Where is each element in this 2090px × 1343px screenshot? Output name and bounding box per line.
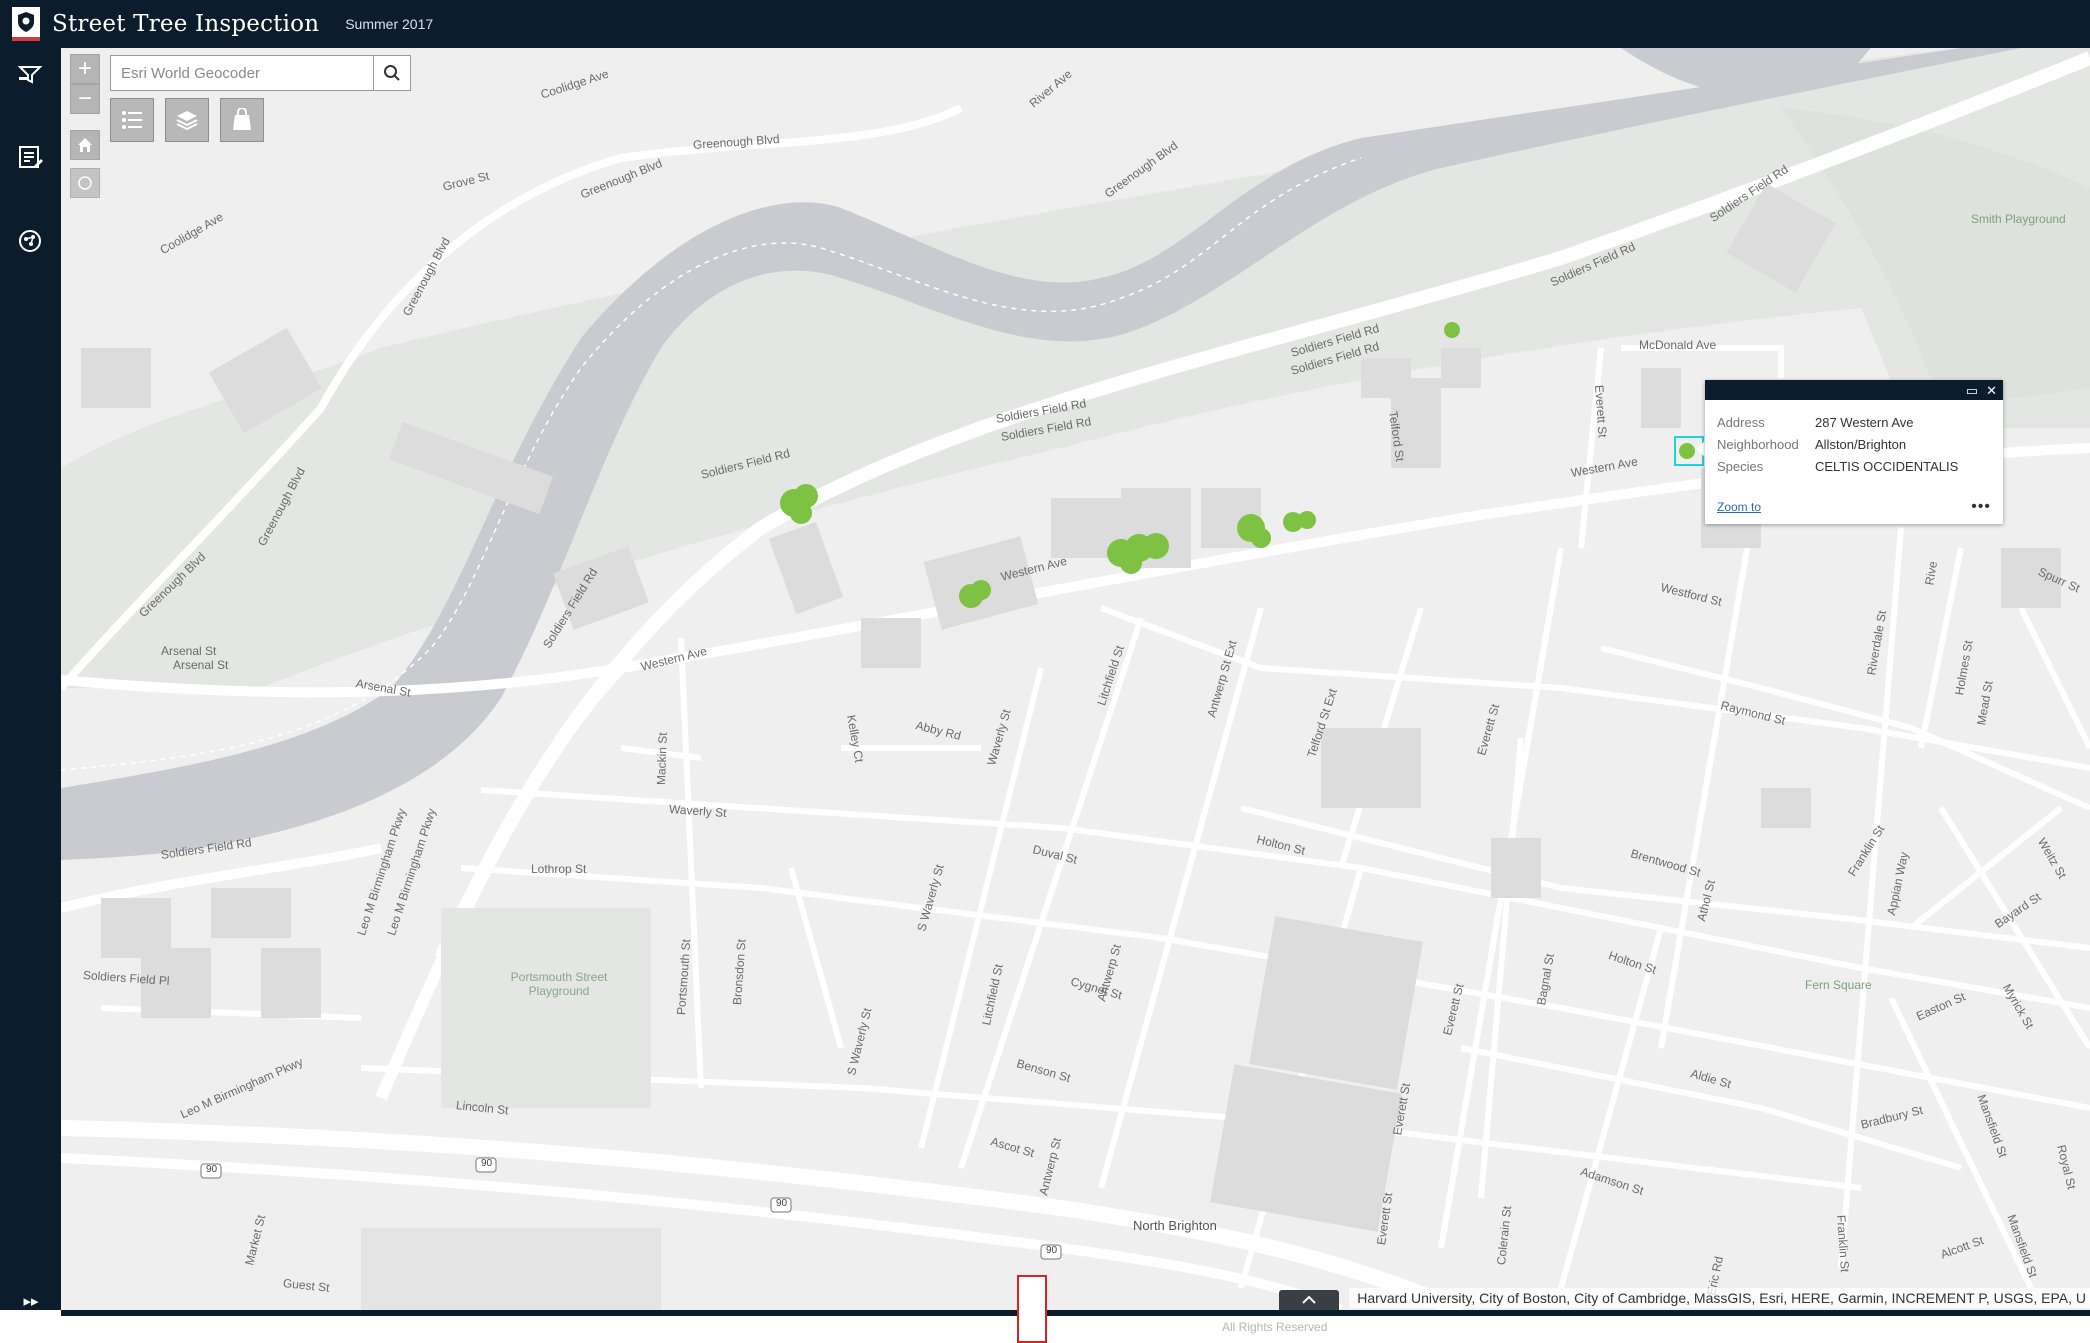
label-mcdonald-ave: McDonald Ave — [1639, 338, 1717, 352]
zoom-to-link[interactable]: Zoom to — [1717, 500, 1761, 514]
layers-icon — [176, 111, 198, 131]
zoom-control: + − — [70, 54, 100, 114]
popup-field-label: Address — [1717, 415, 1765, 430]
maximize-icon[interactable]: ▭ — [1966, 384, 1978, 397]
edit-list-icon — [19, 146, 43, 168]
basemap-button[interactable] — [220, 98, 264, 142]
chevron-up-icon — [1302, 1295, 1316, 1304]
map-attribution: Harvard University, City of Boston, City… — [1349, 1288, 2090, 1308]
popup-field-label: Species — [1717, 459, 1764, 474]
left-sidebar: ▸▸ — [0, 48, 61, 1330]
label-arsenal-st-2: Arsenal St — [173, 658, 229, 672]
app-header: Street Tree Inspection Summer 2017 — [0, 0, 2090, 48]
geocoder-search — [110, 55, 412, 91]
popup-footer: Zoom to ••• — [1717, 498, 1991, 516]
locate-icon — [78, 176, 92, 190]
search-icon — [384, 65, 400, 81]
locate-button[interactable] — [70, 168, 100, 198]
basemap-icon — [233, 108, 251, 130]
feature-popup: ▭ ✕ Address 287 Western Ave Neighborhood… — [1705, 380, 2003, 524]
list-icon — [122, 111, 142, 129]
label-lothrop-st: Lothrop St — [531, 862, 587, 876]
label-portsmouth-playground: Portsmouth Street Playground — [510, 970, 608, 998]
popup-row-species: Species CELTIS OCCIDENTALIS — [1717, 456, 1991, 478]
more-actions-button[interactable]: ••• — [1971, 498, 1991, 516]
app-root: Street Tree Inspection Summer 2017 ▸▸ So… — [0, 0, 2090, 1343]
compass-icon — [19, 230, 41, 252]
home-button[interactable] — [70, 130, 100, 160]
footer-copyright: All Rights Reserved — [1222, 1320, 1328, 1334]
label-mackin-st: Mackin St — [654, 732, 670, 786]
label-smith-playground: Smith Playground — [1971, 212, 2066, 226]
filter-icon — [17, 66, 43, 84]
close-icon[interactable]: ✕ — [1986, 384, 1997, 397]
compass-button[interactable] — [14, 225, 46, 257]
highlight-marker — [1017, 1275, 1047, 1343]
popup-field-value: 287 Western Ave — [1815, 415, 1914, 430]
expand-sidebar-button[interactable]: ▸▸ — [20, 1290, 42, 1312]
attribution-toggle-button[interactable] — [1279, 1290, 1339, 1310]
double-chevron-right-icon: ▸▸ — [23, 1293, 39, 1310]
popup-field-value: CELTIS OCCIDENTALIS — [1815, 459, 1959, 474]
app-logo — [12, 7, 40, 41]
zoom-in-button[interactable]: + — [70, 54, 100, 84]
i90-shield-1: 90 — [206, 1164, 218, 1175]
filter-button[interactable] — [14, 58, 46, 90]
i90-shield-4: 90 — [1046, 1245, 1058, 1256]
popup-row-address: Address 287 Western Ave — [1717, 412, 1991, 434]
popup-header: ▭ ✕ — [1705, 380, 2003, 400]
popup-field-label: Neighborhood — [1717, 437, 1799, 452]
search-button[interactable] — [374, 55, 411, 91]
footer-strip — [61, 1310, 2090, 1316]
i90-shield-2: 90 — [481, 1158, 493, 1169]
popup-body: Address 287 Western Ave Neighborhood All… — [1705, 400, 2003, 478]
edit-list-button[interactable] — [14, 141, 46, 173]
label-arsenal-st-1: Arsenal St — [161, 644, 217, 658]
label-fern-square: Fern Square — [1805, 978, 1872, 992]
legend-button[interactable] — [110, 98, 154, 142]
zoom-out-button[interactable]: − — [70, 84, 100, 114]
home-icon — [78, 138, 92, 152]
app-title: Street Tree Inspection — [52, 11, 320, 37]
label-north-brighton: North Brighton — [1133, 1218, 1217, 1233]
layers-button[interactable] — [165, 98, 209, 142]
popup-row-neighborhood: Neighborhood Allston/Brighton — [1717, 434, 1991, 456]
map-view[interactable]: Soldiers Field Rd Soldiers Field Rd Sold… — [61, 48, 2090, 1310]
i90-shield-3: 90 — [776, 1198, 788, 1209]
app-subtitle: Summer 2017 — [345, 16, 434, 32]
search-input[interactable] — [110, 55, 374, 91]
popup-field-value: Allston/Brighton — [1815, 437, 1907, 452]
